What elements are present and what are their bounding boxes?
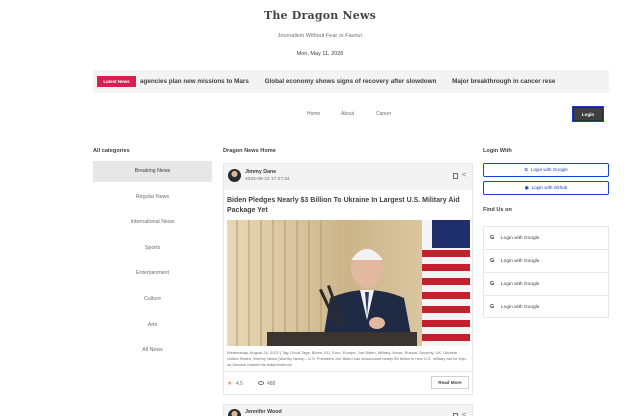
category-item-arts[interactable]: Arts — [93, 315, 212, 341]
google-icon: G — [490, 258, 495, 264]
github-icon: ◉ — [524, 185, 529, 190]
right-sidebar: Login With G Login with Google ◉ Login wit… — [483, 148, 609, 318]
login-google-button[interactable]: G Login with Google — [483, 163, 609, 177]
find-us-title: Find Us on — [483, 207, 512, 213]
category-item-culture[interactable]: Culture — [93, 289, 212, 315]
category-item-all-news[interactable]: All News — [93, 340, 212, 366]
ticker-item[interactable]: Global economy shows signs of recovery a… — [265, 78, 437, 85]
site-brand: The Dragon News — [263, 9, 377, 22]
author-avatar — [228, 409, 241, 416]
category-list: Breaking News Regular News International… — [93, 161, 212, 366]
category-item-international-news[interactable]: International News — [93, 212, 212, 238]
latest-news-button[interactable]: Latest News — [97, 76, 136, 87]
card-header: Jennifer Wood < — [224, 405, 472, 416]
read-more-button[interactable]: Read More — [431, 376, 469, 389]
news-card: Jimmy Dane 2022-08-24 17:27:34 < Biden P… — [223, 163, 473, 395]
categories-sidebar: All categories Breaking News Regular New… — [93, 148, 212, 353]
find-us-label: Login with Google — [501, 282, 540, 287]
eye-icon — [258, 381, 264, 385]
feed-title: Dragon News Home — [223, 148, 276, 154]
login-github-label: Login with Github — [531, 185, 568, 190]
login-github-button[interactable]: ◉ Login with Github — [483, 181, 609, 195]
news-card: Jennifer Wood < — [223, 404, 473, 416]
published-date: 2022-08-24 17:27:34 — [245, 177, 290, 182]
login-button[interactable]: Login — [572, 106, 604, 122]
share-icon[interactable]: < — [462, 172, 466, 180]
star-icon: ★ — [227, 381, 233, 387]
google-icon: G — [490, 235, 495, 241]
google-icon: G — [524, 167, 528, 172]
bookmark-icon[interactable] — [453, 173, 458, 179]
ticker-item[interactable]: Major breakthrough in cancer rese — [452, 78, 555, 85]
login-google-label: Login with Google — [530, 167, 568, 172]
google-icon: G — [490, 281, 495, 287]
nav-about-link[interactable]: About — [341, 111, 354, 117]
category-item-regular-news[interactable]: Regular News — [93, 187, 212, 213]
google-icon: G — [490, 304, 495, 310]
find-us-item[interactable]: G Login with Google — [483, 295, 609, 318]
category-item-entertainment[interactable]: Entertainment — [93, 263, 212, 289]
rating-value: 4.5 — [236, 381, 243, 387]
find-us-list: G Login with Google G Login with Google … — [483, 226, 609, 318]
news-thumbnail — [227, 220, 470, 346]
nav-home-link[interactable]: Home — [307, 111, 320, 117]
news-excerpt: Wednesday, August 24, 2022 | Tag Cloud T… — [227, 350, 467, 367]
main-nav: Home About Career — [0, 108, 640, 122]
news-photo-illustration — [227, 220, 470, 346]
nav-career-link[interactable]: Career — [376, 111, 391, 117]
ticker-item[interactable]: agencies plan new missions to Mars — [140, 78, 249, 85]
find-us-item[interactable]: G Login with Google — [483, 226, 609, 249]
author-avatar — [228, 169, 241, 182]
author-name: Jennifer Wood — [245, 409, 282, 415]
current-date: Mon, May 11, 2026 — [296, 51, 344, 57]
find-us-label: Login with Google — [501, 236, 540, 241]
category-item-sports[interactable]: Sports — [93, 238, 212, 264]
card-header: Jimmy Dane 2022-08-24 17:27:34 < — [224, 164, 472, 190]
ticker-track: agencies plan new missions to Mars Globa… — [140, 70, 569, 93]
find-us-label: Login with Google — [501, 305, 540, 310]
site-tagline: Journalism Without Fear or Favour — [277, 33, 363, 39]
categories-title: All categories — [93, 148, 130, 154]
news-headline[interactable]: Biden Pledges Nearly $3 Billion To Ukrai… — [227, 196, 467, 216]
find-us-item[interactable]: G Login with Google — [483, 272, 609, 295]
share-icon[interactable]: < — [462, 412, 466, 416]
news-feed: Dragon News Home Jimmy Dane 2022-08-24 1… — [223, 148, 473, 416]
login-with-title: Login With — [483, 148, 512, 154]
category-item-breaking-news[interactable]: Breaking News — [93, 161, 212, 182]
card-footer: ★ 4.5 488 Read More — [224, 371, 472, 395]
author-name: Jimmy Dane — [245, 169, 277, 175]
latest-news-ticker: Latest News agencies plan new missions t… — [93, 70, 609, 93]
view-count: 488 — [267, 381, 276, 387]
find-us-item[interactable]: G Login with Google — [483, 249, 609, 272]
find-us-label: Login with Google — [501, 259, 540, 264]
